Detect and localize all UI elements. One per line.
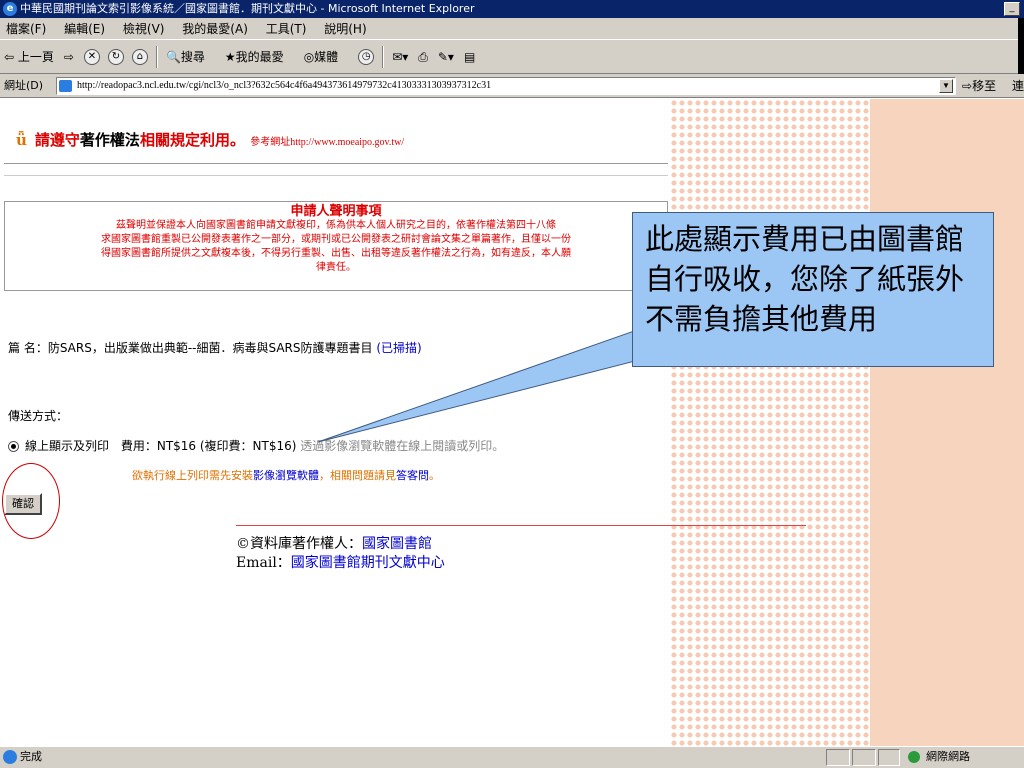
minimize-button[interactable]: _: [1004, 2, 1020, 16]
copyright-label: ©資料庫著作權人：: [236, 536, 362, 552]
copyright-warning: ǖ 請遵守著作權法相關規定利用。 參考網址http://www.moeaipo.g…: [16, 129, 404, 150]
divider: [4, 163, 668, 164]
warning-icon: ǖ: [16, 131, 27, 149]
refresh-icon[interactable]: ↻: [107, 48, 124, 65]
page-icon: [59, 80, 72, 92]
ie-icon: e: [3, 2, 17, 16]
declaration-line: 茲聲明並保證本人向國家圖書館申請文獻複印，係為供本人個人研究之目的，依著作權法第…: [116, 220, 556, 231]
online-display-radio[interactable]: [8, 441, 19, 452]
favorites-label: 我的最愛: [235, 49, 284, 64]
home-icon[interactable]: ⌂: [131, 48, 148, 65]
footer: ©資料庫著作權人：國家圖書館 Email：國家圖書館期刊文獻中心: [236, 535, 445, 573]
dotted-decoration: [670, 99, 870, 746]
stop-icon[interactable]: ✕: [83, 48, 100, 65]
address-input[interactable]: http://readopac3.ncl.edu.tw/cgi/ncl3/o_n…: [56, 77, 956, 95]
fee-text: 費用：NT$16 (複印費：NT$16): [120, 439, 297, 453]
menu-file[interactable]: 檔案(F): [6, 22, 46, 36]
menubar-edge: [1018, 18, 1024, 40]
media-label: 媒體: [314, 49, 339, 64]
status-page-icon: [3, 750, 17, 764]
article-title: 防SARS，出版業做出典範--細菌．病毒與SARS防護專題書目: [47, 341, 373, 355]
forward-button[interactable]: ⇨: [64, 40, 74, 74]
install-notice: 欲執行線上列印需先安裝影像瀏覽軟體，相關問題請見答客問。: [132, 467, 440, 483]
status-pane: [878, 749, 900, 766]
faq-link[interactable]: 答客問: [396, 469, 429, 482]
install-pre: 欲執行線上列印需先安裝: [132, 469, 253, 482]
menu-edit[interactable]: 編輯(E): [64, 22, 105, 36]
option-label: 線上顯示及列印: [25, 439, 110, 453]
status-pane: [852, 749, 876, 766]
copyright-owner-link[interactable]: 國家圖書館: [362, 536, 432, 552]
delivery-option: 線上顯示及列印 費用：NT$16 (複印費：NT$16) 透過影像瀏覽軟體在線上…: [8, 437, 504, 454]
email-label: Email：: [236, 555, 291, 571]
toolbar: ⇦ 上一頁 ⇨ ✕ ↻ ⌂ 🔍搜尋 ★我的最愛 ◎媒體 ◷ ✉▾ ⎙ ✎▾ ▤: [0, 40, 1024, 74]
status-text: 完成: [20, 750, 42, 763]
menu-tools[interactable]: 工具(T): [266, 22, 307, 36]
declaration-box: 申請人聲明事項 茲聲明並保證本人向國家圖書館申請文獻複印，係為供本人個人研究之目…: [4, 201, 668, 291]
divider: [4, 175, 668, 176]
address-bar: 網址(D) http://readopac3.ncl.edu.tw/cgi/nc…: [0, 74, 1024, 98]
edit-icon[interactable]: ✎▾: [438, 40, 454, 74]
ref-label: 參考網址: [250, 137, 291, 148]
viewer-software-link[interactable]: 影像瀏覽軟體: [253, 469, 319, 482]
discuss-icon[interactable]: ▤: [464, 40, 475, 74]
favorites-button[interactable]: ★我的最愛: [225, 40, 294, 74]
delivery-label: 傳送方式：: [8, 409, 69, 423]
back-button[interactable]: ⇦ 上一頁: [4, 40, 54, 74]
declaration-line: 律責任。: [316, 262, 356, 273]
ref-link[interactable]: http://www.moeaipo.gov.tw/: [290, 137, 404, 148]
print-icon[interactable]: ⎙: [418, 40, 428, 74]
callout-note: 此處顯示費用已由圖書館自行吸收，您除了紙張外不需負擔其他費用: [632, 212, 994, 367]
toolbar-separator: [155, 45, 158, 68]
declaration-title: 申請人聲明事項: [290, 204, 382, 219]
status-bar: 完成 網際網路: [0, 746, 1024, 768]
warn-pre: 請遵守: [34, 131, 80, 149]
window-title: 中華民國期刊論文索引影像系統／國家圖書館．期刊文獻中心 - Microsoft …: [20, 2, 475, 15]
fee-note: 透過影像瀏覽軟體在線上閱讀或列印。: [300, 439, 505, 453]
menu-bar: 檔案(F) 編輯(E) 檢視(V) 我的最愛(A) 工具(T) 說明(H): [0, 18, 1024, 40]
window-titlebar: e 中華民國期刊論文索引影像系統／國家圖書館．期刊文獻中心 - Microsof…: [0, 0, 1024, 18]
mail-icon[interactable]: ✉▾: [392, 40, 408, 74]
warn-red: 相關規定利用: [139, 131, 230, 149]
toolbar-edge: [1018, 40, 1024, 74]
links-button[interactable]: 連: [1012, 74, 1024, 98]
toolbar-separator: [382, 45, 385, 68]
history-icon[interactable]: ◷: [358, 48, 375, 65]
media-button[interactable]: ◎媒體: [304, 40, 349, 74]
page-content: ǖ 請遵守著作權法相關規定利用。 參考網址http://www.moeaipo.g…: [0, 99, 1024, 746]
search-button[interactable]: 🔍搜尋: [166, 40, 215, 74]
menu-view[interactable]: 檢視(V): [123, 22, 165, 36]
install-end: 。: [429, 469, 440, 482]
address-url: http://readopac3.ncl.edu.tw/cgi/ncl3/o_n…: [77, 80, 492, 91]
status-pane: [826, 749, 850, 766]
divider: [236, 525, 806, 526]
highlight-oval: [2, 463, 60, 539]
declaration-line: 得國家圖書館所提供之文獻複本後，不得另行重製、出售、出租等違反著作權法之行為，如…: [101, 248, 571, 259]
article-status: (已掃描): [376, 341, 422, 355]
security-zone: 網際網路: [926, 750, 970, 763]
side-panel: [870, 99, 1024, 746]
go-button[interactable]: ⇨移至: [962, 74, 996, 98]
menu-help[interactable]: 說明(H): [324, 22, 366, 36]
email-link[interactable]: 國家圖書館期刊文獻中心: [291, 555, 445, 571]
warn-end: 。: [229, 131, 245, 149]
internet-zone-icon: [908, 751, 920, 763]
warn-mid: 著作權法: [79, 131, 140, 149]
article-row: 篇 名：防SARS，出版業做出典範--細菌．病毒與SARS防護專題書目 (已掃描…: [8, 339, 422, 356]
address-dropdown-button[interactable]: ▼: [939, 79, 953, 93]
declaration-line: 求國家圖書館重製已公開發表著作之一部分，或期刊或已公開發表之研討會論文集之單篇著…: [101, 234, 571, 245]
article-label: 篇 名：: [8, 341, 48, 355]
go-label: 移至: [972, 79, 997, 93]
address-label: 網址(D): [4, 79, 44, 92]
menu-favorites[interactable]: 我的最愛(A): [182, 22, 248, 36]
install-mid: ，相關問題請見: [319, 469, 396, 482]
search-label: 搜尋: [180, 49, 205, 64]
